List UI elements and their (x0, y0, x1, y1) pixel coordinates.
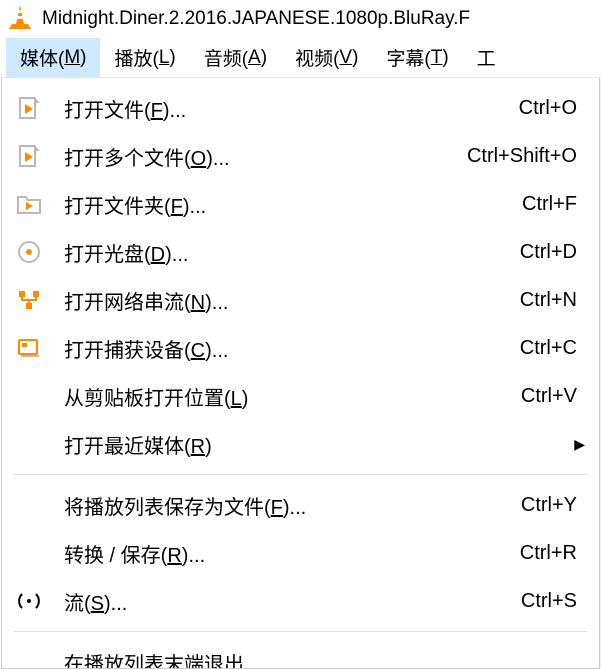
menubar: 媒体(M) 播放(L) 音频(A) 视频(V) 字幕(T) 工 (0, 38, 601, 78)
menu-item-label: 转换 / 保存(R)... (64, 539, 520, 568)
submenu-arrow-icon: ▶ (574, 436, 585, 453)
menu-item-label: 将播放列表保存为文件(F)... (64, 491, 521, 520)
menu-item-shortcut: Ctrl+S (521, 590, 577, 613)
menubar-item-video[interactable]: 视频(V) (281, 38, 372, 77)
capture-device-icon (16, 335, 42, 361)
menu-item-label: 打开文件(F)... (64, 94, 519, 123)
blank-icon (16, 383, 42, 409)
menu-item-quit-at-end[interactable]: 在播放列表末端退出 (2, 638, 599, 668)
menubar-item-tools[interactable]: 工 (463, 38, 510, 77)
menu-item-label: 在播放列表末端退出 (64, 648, 244, 668)
menu-item-open-file[interactable]: 打开文件(F)... Ctrl+O (2, 84, 599, 132)
menu-item-shortcut: Ctrl+F (522, 193, 577, 216)
blank-icon (16, 492, 42, 518)
menu-item-label: 打开网络串流(N)... (64, 286, 520, 315)
menu-item-shortcut: Ctrl+D (520, 241, 577, 264)
menu-item-label: 打开文件夹(F)... (64, 190, 522, 219)
media-menu-dropdown: 打开文件(F)... Ctrl+O 打开多个文件(O)... Ctrl+Shif… (1, 78, 600, 669)
menu-item-shortcut: Ctrl+V (521, 385, 577, 408)
window-title: Midnight.Diner.2.2016.JAPANESE.1080p.Blu… (42, 8, 470, 30)
menu-item-label: 打开捕获设备(C)... (64, 334, 520, 363)
menu-item-shortcut: Ctrl+C (520, 337, 577, 360)
blank-icon (16, 431, 42, 457)
menu-item-save-playlist[interactable]: 将播放列表保存为文件(F)... Ctrl+Y (2, 481, 599, 529)
menubar-item-audio[interactable]: 音频(A) (190, 38, 281, 77)
menubar-item-media[interactable]: 媒体(M) (6, 38, 100, 77)
menu-item-open-disc[interactable]: 打开光盘(D)... Ctrl+D (2, 228, 599, 276)
menu-item-shortcut: Ctrl+Shift+O (467, 145, 577, 168)
vlc-cone-icon (8, 4, 32, 35)
menu-item-label: 打开最近媒体(R) (64, 430, 577, 459)
blank-icon (16, 540, 42, 566)
menu-separator (14, 631, 587, 632)
menubar-item-playback[interactable]: 播放(L) (100, 38, 189, 77)
menu-item-open-network[interactable]: 打开网络串流(N)... Ctrl+N (2, 276, 599, 324)
menu-item-open-folder[interactable]: 打开文件夹(F)... Ctrl+F (2, 180, 599, 228)
menu-item-open-recent[interactable]: 打开最近媒体(R) ▶ (2, 420, 599, 468)
menu-item-open-multiple[interactable]: 打开多个文件(O)... Ctrl+Shift+O (2, 132, 599, 180)
menu-item-label: 从剪贴板打开位置(L) (64, 382, 521, 411)
menu-item-label: 打开多个文件(O)... (64, 142, 467, 171)
network-icon (16, 287, 42, 313)
menu-item-convert-save[interactable]: 转换 / 保存(R)... Ctrl+R (2, 529, 599, 577)
menubar-item-subtitle[interactable]: 字幕(T) (372, 38, 462, 77)
menu-item-open-clipboard[interactable]: 从剪贴板打开位置(L) Ctrl+V (2, 372, 599, 420)
menu-item-shortcut: Ctrl+O (519, 97, 577, 120)
menu-item-shortcut: Ctrl+R (520, 542, 577, 565)
menu-item-shortcut: Ctrl+Y (521, 494, 577, 517)
menu-item-label: 流(S)... (64, 587, 521, 616)
stream-icon (16, 588, 42, 614)
folder-play-icon (16, 191, 42, 217)
file-play-icon (16, 143, 42, 169)
menu-item-open-capture[interactable]: 打开捕获设备(C)... Ctrl+C (2, 324, 599, 372)
menu-separator (14, 474, 587, 475)
file-play-icon (16, 95, 42, 121)
menu-item-shortcut: Ctrl+N (520, 289, 577, 312)
window-titlebar: Midnight.Diner.2.2016.JAPANESE.1080p.Blu… (0, 0, 601, 38)
menu-item-stream[interactable]: 流(S)... Ctrl+S (2, 577, 599, 625)
disc-icon (16, 239, 42, 265)
menu-item-label: 打开光盘(D)... (64, 238, 520, 267)
